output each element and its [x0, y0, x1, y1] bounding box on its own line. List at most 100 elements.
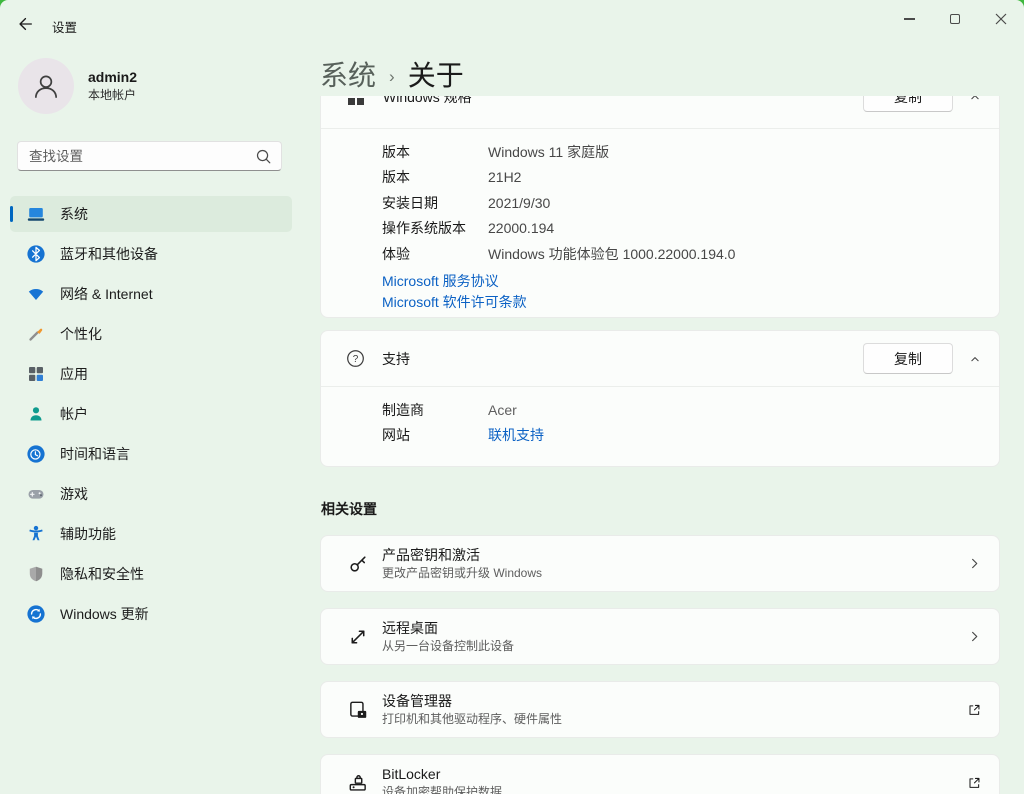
help-icon: ? [346, 349, 365, 368]
accounts-icon [26, 404, 46, 424]
sidebar-item-gaming[interactable]: 游戏 [10, 476, 292, 512]
personalization-icon [26, 324, 46, 344]
user-name: admin2 [88, 68, 137, 87]
sidebar-item-label: 应用 [60, 364, 88, 384]
windows-specs-card: Windows 规格 复制 版本 Windows 11 家庭版 版本 21H2 [320, 96, 1000, 318]
system-icon [26, 204, 46, 224]
online-support-link[interactable]: 联机支持 [488, 425, 544, 445]
software-license-link[interactable]: Microsoft 软件许可条款 [382, 292, 999, 313]
settings-window: 设置 admin2 本地帐户 [0, 0, 1024, 794]
copy-support-button[interactable]: 复制 [863, 343, 953, 374]
minimize-button[interactable] [886, 0, 932, 38]
sidebar-item-accessibility[interactable]: 辅助功能 [10, 516, 292, 552]
sidebar-item-privacy[interactable]: 隐私和安全性 [10, 556, 292, 592]
minimize-icon [904, 18, 915, 19]
services-agreement-link[interactable]: Microsoft 服务协议 [382, 271, 999, 292]
gaming-icon [26, 484, 46, 504]
apps-icon [26, 364, 46, 384]
accessibility-icon [26, 524, 46, 544]
spec-label: 操作系统版本 [382, 218, 488, 238]
related-settings-title: 相关设置 [321, 499, 1000, 519]
network-icon [26, 284, 46, 304]
spec-row: 操作系统版本 22000.194 [321, 216, 999, 242]
related-item-title: 远程桌面 [382, 618, 514, 638]
svg-text:?: ? [353, 354, 359, 365]
sidebar-item-network[interactable]: 网络 & Internet [10, 276, 292, 312]
spec-label: 体验 [382, 244, 488, 264]
content-scroll-area[interactable]: Windows 规格 复制 版本 Windows 11 家庭版 版本 21H2 [320, 96, 1000, 794]
support-rows: 制造商 Acer 网站 联机支持 [321, 387, 999, 448]
manufacturer-value: Acer [488, 402, 517, 418]
sidebar-nav: 系统 蓝牙和其他设备 网络 & Internet 个性化 [10, 196, 292, 636]
sidebar-item-system[interactable]: 系统 [10, 196, 292, 232]
sidebar-item-label: 帐户 [60, 404, 88, 424]
breadcrumb-separator-icon: › [389, 62, 395, 87]
spec-row: 安装日期 2021/9/30 [321, 190, 999, 216]
back-button[interactable] [10, 10, 40, 38]
windows-specs-title: Windows 规格 [383, 96, 472, 107]
page-title: 关于 [408, 54, 464, 94]
sidebar-item-time-language[interactable]: 时间和语言 [10, 436, 292, 472]
support-label: 网站 [382, 425, 488, 445]
sidebar-item-bluetooth[interactable]: 蓝牙和其他设备 [10, 236, 292, 272]
time-language-icon [26, 444, 46, 464]
chevron-up-icon [968, 96, 982, 104]
user-profile[interactable]: admin2 本地帐户 [18, 58, 137, 114]
related-item-title: 产品密钥和激活 [382, 545, 542, 565]
specs-links: Microsoft 服务协议 Microsoft 软件许可条款 [321, 271, 999, 313]
sidebar-item-accounts[interactable]: 帐户 [10, 396, 292, 432]
spec-value: 21H2 [488, 169, 521, 185]
sidebar-item-label: 系统 [60, 204, 88, 224]
support-header[interactable]: ? 支持 复制 [321, 331, 999, 387]
maximize-button[interactable] [932, 0, 978, 38]
search-input[interactable] [18, 142, 281, 170]
related-item-bitlocker[interactable]: BitLocker 设备加密帮助保护数据 [320, 754, 1000, 794]
search-box [17, 141, 282, 171]
collapse-support-button[interactable] [967, 352, 983, 366]
sidebar-item-label: Windows 更新 [60, 604, 149, 624]
support-label: 制造商 [382, 400, 488, 420]
sidebar-item-label: 网络 & Internet [60, 284, 153, 304]
related-item-subtitle: 打印机和其他驱动程序、硬件属性 [382, 711, 562, 728]
back-arrow-icon [16, 15, 34, 33]
external-link-icon [966, 775, 982, 791]
related-item-subtitle: 更改产品密钥或升级 Windows [382, 565, 542, 582]
spec-value: 2021/9/30 [488, 195, 550, 211]
copy-specs-button[interactable]: 复制 [863, 96, 953, 112]
spec-label: 安装日期 [382, 193, 488, 213]
sidebar-item-label: 时间和语言 [60, 444, 130, 464]
device-manager-icon [347, 699, 369, 721]
sidebar-item-windows-update[interactable]: Windows 更新 [10, 596, 292, 632]
window-controls [886, 0, 1024, 38]
external-link-icon [966, 702, 982, 718]
sidebar-item-personalization[interactable]: 个性化 [10, 316, 292, 352]
support-row: 制造商 Acer [321, 397, 999, 423]
sidebar-item-label: 个性化 [60, 324, 102, 344]
windows-update-icon [26, 604, 46, 624]
breadcrumb-parent[interactable]: 系统 [320, 54, 376, 94]
support-title: 支持 [382, 349, 410, 369]
sidebar-item-label: 游戏 [60, 484, 88, 504]
spec-row: 版本 Windows 11 家庭版 [321, 139, 999, 165]
windows-specs-header[interactable]: Windows 规格 复制 [321, 96, 999, 129]
related-item-product-key[interactable]: 产品密钥和激活 更改产品密钥或升级 Windows [320, 535, 1000, 592]
sidebar-item-label: 隐私和安全性 [60, 564, 144, 584]
bluetooth-icon [26, 244, 46, 264]
related-item-device-manager[interactable]: 设备管理器 打印机和其他驱动程序、硬件属性 [320, 681, 1000, 738]
close-icon [995, 13, 1007, 25]
chevron-right-icon [967, 629, 982, 644]
related-item-title: BitLocker [382, 764, 502, 784]
sidebar-item-apps[interactable]: 应用 [10, 356, 292, 392]
spec-label: 版本 [382, 142, 488, 162]
bitlocker-icon [347, 772, 369, 794]
remote-desktop-icon [347, 626, 369, 648]
app-title: 设置 [52, 17, 77, 36]
close-button[interactable] [978, 0, 1024, 38]
sidebar-item-label: 蓝牙和其他设备 [60, 244, 158, 264]
related-item-remote-desktop[interactable]: 远程桌面 从另一台设备控制此设备 [320, 608, 1000, 665]
collapse-specs-button[interactable] [967, 96, 983, 104]
spec-row: 体验 Windows 功能体验包 1000.22000.194.0 [321, 241, 999, 267]
search-icon[interactable] [254, 147, 273, 166]
key-icon [347, 553, 369, 575]
breadcrumb: 系统 › 关于 [320, 54, 464, 94]
